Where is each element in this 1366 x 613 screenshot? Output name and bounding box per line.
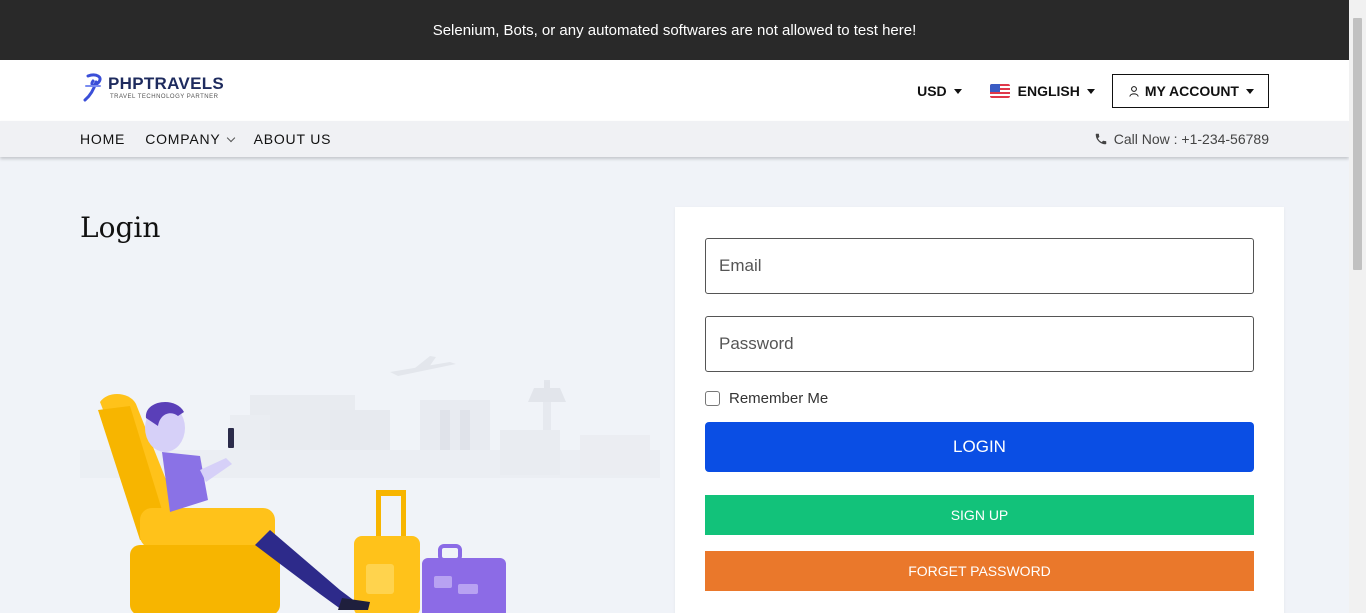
- nav-item-label: COMPANY: [145, 131, 221, 147]
- call-now-text: Call Now : +1-234-56789: [1113, 131, 1269, 147]
- call-now[interactable]: Call Now : +1-234-56789: [1094, 121, 1269, 157]
- signup-button-label: SIGN UP: [950, 507, 1009, 523]
- my-account-label: MY ACCOUNT: [1144, 83, 1239, 99]
- remember-me-checkbox[interactable]: [705, 391, 720, 406]
- password-field[interactable]: [705, 316, 1254, 372]
- phptravels-logo-icon: [83, 73, 102, 102]
- login-button-label: LOGIN: [953, 437, 1006, 456]
- main-navbar: HOME COMPANY ABOUT US Call Now : +1-234-…: [0, 121, 1349, 157]
- my-account-button[interactable]: MY ACCOUNT: [1111, 74, 1269, 108]
- language-dropdown[interactable]: ENGLISH: [989, 83, 1095, 99]
- vertical-scrollbar[interactable]: [1349, 0, 1366, 613]
- signup-button[interactable]: SIGN UP: [705, 495, 1254, 535]
- nav-item-about-us[interactable]: ABOUT US: [254, 131, 332, 147]
- page-title: Login: [80, 211, 161, 244]
- remember-me-label: Remember Me: [729, 390, 829, 407]
- user-icon: [1129, 85, 1139, 97]
- email-field[interactable]: [705, 238, 1254, 294]
- phone-icon: [1095, 133, 1106, 145]
- nav-item-company[interactable]: COMPANY: [145, 131, 235, 147]
- scrollbar-thumb[interactable]: [1353, 18, 1362, 270]
- warning-banner: Selenium, Bots, or any automated softwar…: [0, 0, 1349, 60]
- warning-banner-text: Selenium, Bots, or any automated softwar…: [432, 21, 917, 39]
- nav-item-home[interactable]: HOME: [80, 131, 125, 147]
- nav-item-label: HOME: [80, 131, 126, 147]
- forget-password-button-label: FORGET PASSWORD: [908, 563, 1051, 579]
- site-header: PHPTRAVELS TRAVEL TECHNOLOGY PARTNER USD…: [0, 60, 1349, 121]
- us-flag-icon: [989, 84, 1010, 98]
- forget-password-button[interactable]: FORGET PASSWORD: [705, 551, 1254, 591]
- logo-name: PHPTRAVELS: [108, 74, 225, 93]
- language-label: ENGLISH: [1017, 83, 1080, 99]
- nav-item-label: ABOUT US: [253, 131, 332, 147]
- login-button[interactable]: LOGIN: [705, 422, 1254, 472]
- caret-down-icon: [1086, 88, 1095, 94]
- caret-down-icon: [1246, 88, 1254, 94]
- currency-label: USD: [917, 83, 947, 99]
- site-logo[interactable]: PHPTRAVELS TRAVEL TECHNOLOGY PARTNER: [82, 73, 224, 103]
- traveler-illustration: [80, 356, 660, 613]
- logo-tagline: TRAVEL TECHNOLOGY PARTNER: [110, 94, 219, 100]
- caret-down-icon: [953, 88, 962, 94]
- chevron-down-icon: [226, 133, 235, 142]
- currency-dropdown[interactable]: USD: [917, 83, 962, 99]
- remember-me[interactable]: Remember Me: [705, 390, 828, 407]
- login-card: Remember Me LOGIN SIGN UP FORGET PASSWOR…: [675, 207, 1284, 613]
